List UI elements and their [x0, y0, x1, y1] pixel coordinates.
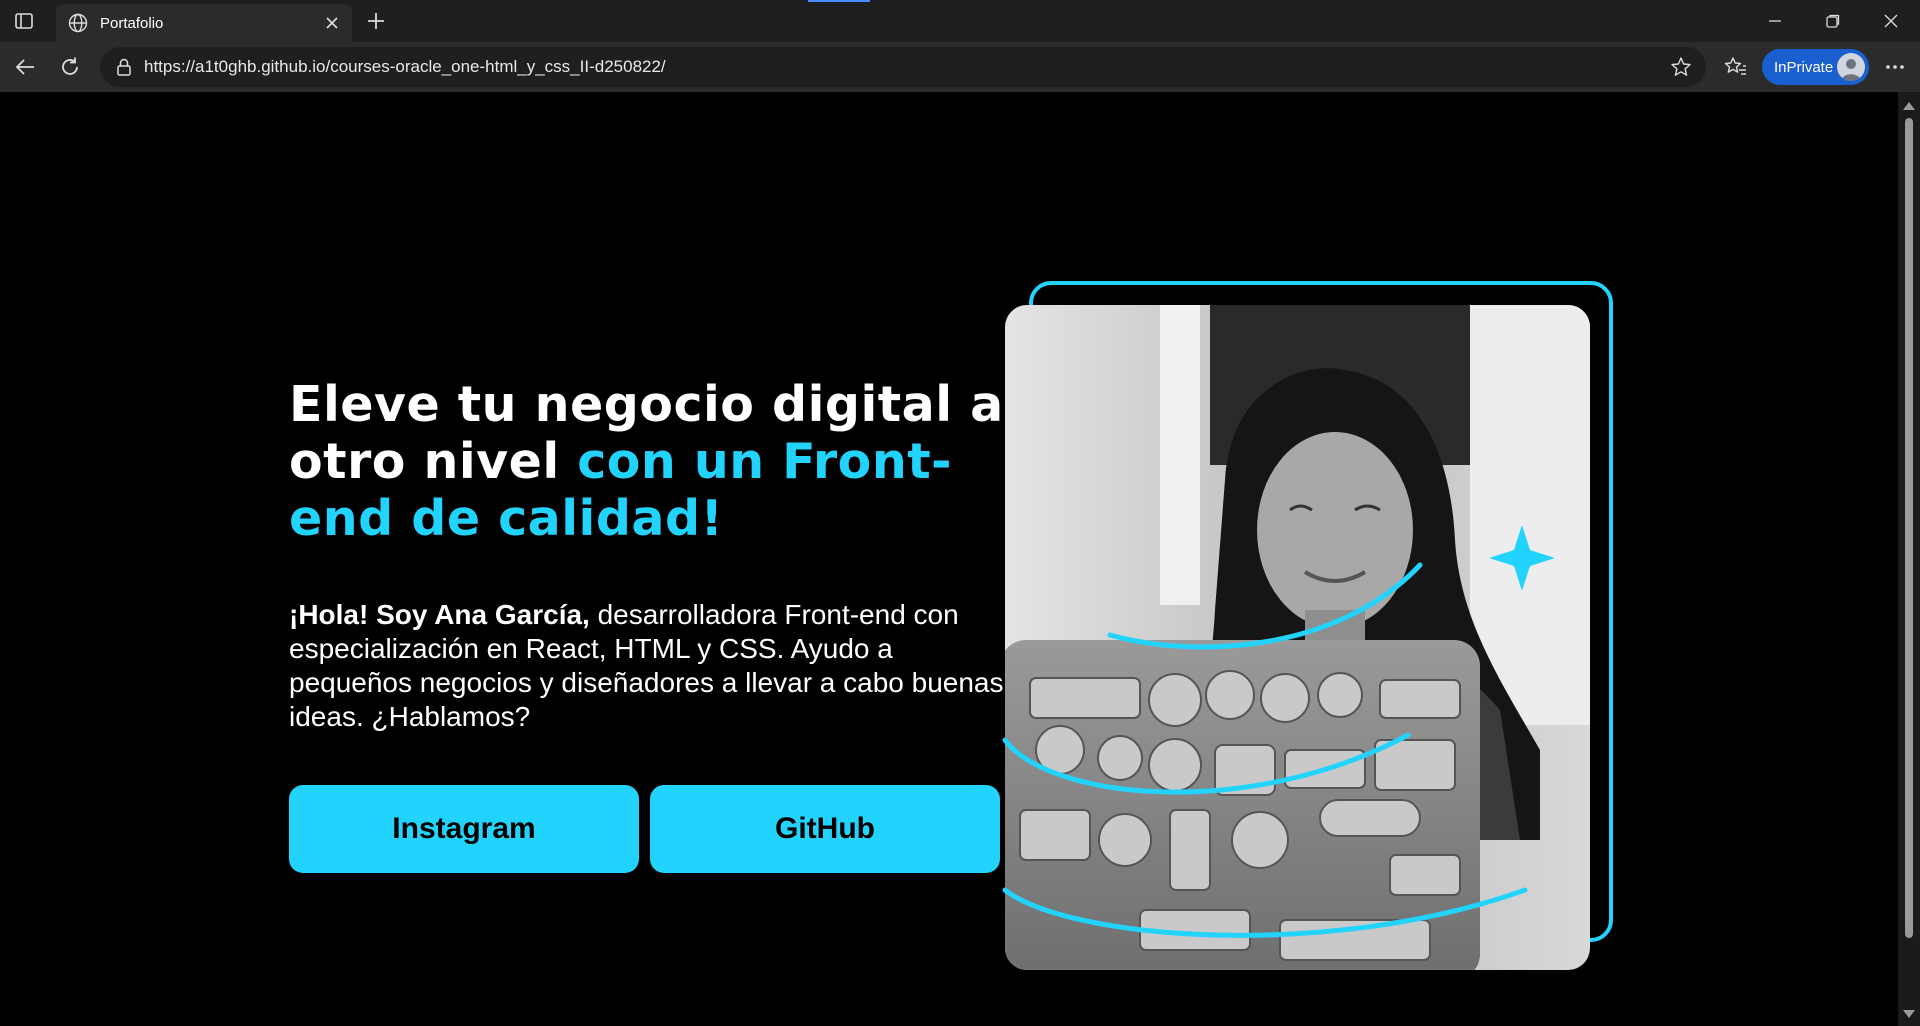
- github-button[interactable]: GitHub: [650, 785, 1000, 873]
- favorites-icon[interactable]: [1721, 52, 1751, 82]
- hero-image: [1000, 280, 1620, 980]
- browser-toolbar: https://a1t0ghb.github.io/courses-oracle…: [0, 42, 1920, 92]
- minimize-icon[interactable]: [1746, 0, 1804, 42]
- hero-intro: ¡Hola! Soy Ana García, desarrolladora Fr…: [289, 598, 1009, 734]
- url-text[interactable]: https://a1t0ghb.github.io/courses-oracle…: [144, 57, 1670, 77]
- portrait-illustration: [1002, 281, 1613, 970]
- scroll-up-icon[interactable]: [1903, 102, 1915, 110]
- intro-name: ¡Hola! Soy Ana García,: [289, 599, 590, 630]
- address-bar[interactable]: https://a1t0ghb.github.io/courses-oracle…: [100, 47, 1706, 87]
- profile-avatar: [1837, 53, 1865, 81]
- tab-title: Portafolio: [100, 14, 164, 32]
- back-icon[interactable]: [10, 52, 40, 82]
- tab-actions-icon[interactable]: [12, 10, 36, 32]
- refresh-icon[interactable]: [55, 52, 85, 82]
- more-options-icon[interactable]: [1880, 52, 1910, 82]
- scroll-down-icon[interactable]: [1903, 1010, 1915, 1018]
- inprivate-label: InPrivate: [1774, 58, 1834, 76]
- page-scrollbar[interactable]: [1898, 92, 1920, 1026]
- restore-icon[interactable]: [1804, 0, 1862, 42]
- close-window-icon[interactable]: [1862, 0, 1920, 42]
- hero-headline: Eleve tu negocio digital a otro nivel co…: [289, 376, 1009, 547]
- lock-icon[interactable]: [114, 57, 134, 77]
- close-tab-icon[interactable]: [324, 15, 340, 31]
- instagram-button[interactable]: Instagram: [289, 785, 639, 873]
- inprivate-badge[interactable]: InPrivate: [1762, 49, 1869, 85]
- globe-icon: [68, 13, 88, 33]
- scrollbar-thumb[interactable]: [1905, 118, 1913, 938]
- browser-tab[interactable]: Portafolio: [56, 4, 352, 42]
- favorite-star-icon[interactable]: [1670, 56, 1692, 78]
- tab-bar: Portafolio: [0, 0, 1920, 42]
- focus-indicator: [808, 0, 870, 2]
- new-tab-icon[interactable]: [364, 9, 388, 33]
